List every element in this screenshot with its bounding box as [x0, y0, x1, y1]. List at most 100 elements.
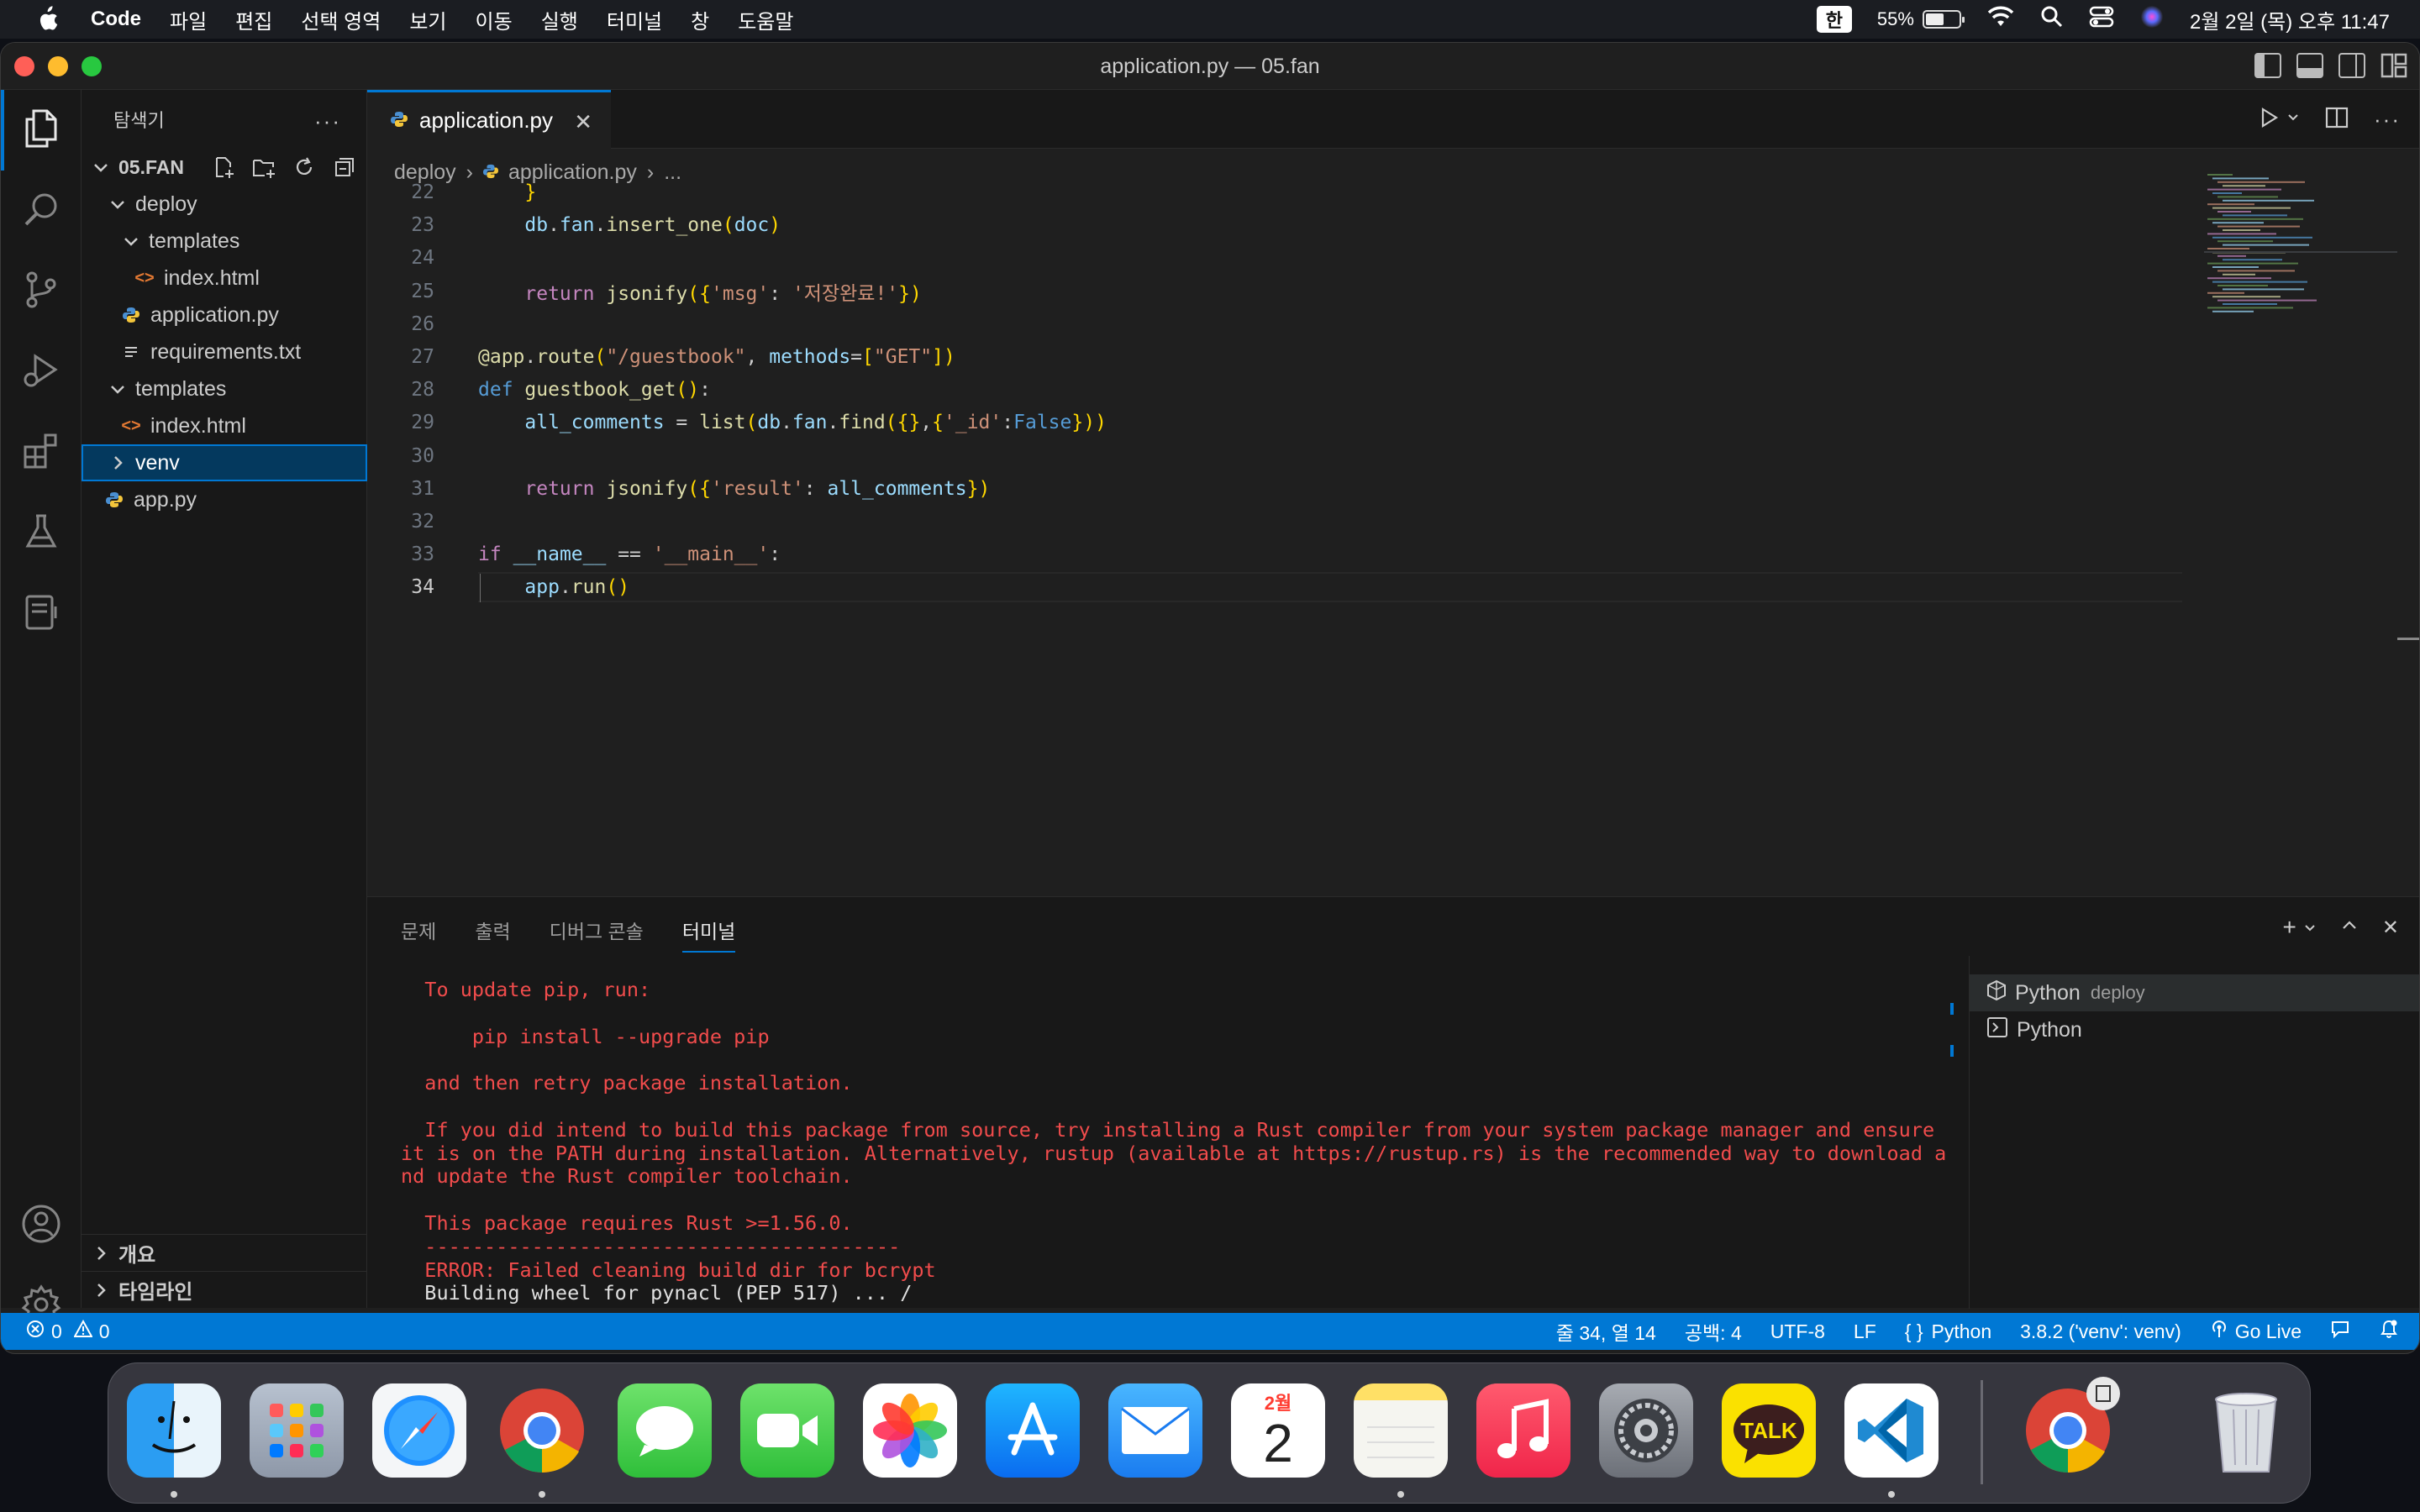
terminal-instance-python-deploy[interactable]: Python deploy — [1970, 974, 2419, 1011]
accounts-icon[interactable] — [19, 1202, 63, 1246]
battery-status[interactable]: 55% — [1877, 8, 1965, 30]
explorer-more-actions-icon[interactable]: ··· — [314, 108, 341, 134]
refresh-explorer-icon[interactable] — [292, 155, 317, 180]
explorer-icon[interactable] — [19, 107, 63, 150]
code-line[interactable]: 31 return jsonify({'result': all_comment… — [367, 474, 2182, 504]
tab-application-py[interactable]: application.py ✕ — [367, 90, 611, 149]
menu-window[interactable]: 창 — [691, 5, 709, 34]
editor-more-actions-icon[interactable]: ··· — [2374, 107, 2401, 133]
code-line[interactable]: 30 — [367, 441, 2182, 471]
run-and-debug-icon[interactable] — [19, 349, 63, 392]
code-line[interactable]: 34 app.run() — [367, 572, 2182, 602]
tab-output[interactable]: 출력 — [475, 916, 510, 953]
code-line[interactable]: 29 all_comments = list(db.fan.find({},{'… — [367, 407, 2182, 438]
menu-edit[interactable]: 편집 — [235, 5, 272, 34]
close-tab-icon[interactable]: ✕ — [574, 109, 592, 135]
run-options-chevron-icon[interactable] — [2286, 111, 2300, 129]
code-line[interactable]: 22 } — [367, 177, 2182, 207]
status-problems[interactable]: 0 0 — [26, 1319, 110, 1343]
close-panel-icon[interactable]: ✕ — [2382, 916, 2399, 940]
chrome-minimized-window[interactable] — [2021, 1377, 2120, 1478]
code-line[interactable]: 23 db.fan.insert_one(doc) — [367, 210, 2182, 240]
code-line[interactable]: 26 — [367, 309, 2182, 339]
app-store-app-icon[interactable] — [986, 1383, 1080, 1478]
menu-go[interactable]: 이동 — [476, 5, 513, 34]
collapse-folders-icon[interactable] — [332, 155, 357, 180]
code-line[interactable]: 25 return jsonify({'msg': '저장완료!'}) — [367, 276, 2182, 307]
notifications-bell-icon[interactable] — [2379, 1319, 2399, 1344]
siri-icon[interactable] — [2139, 4, 2165, 35]
customize-layout-icon[interactable] — [2381, 53, 2407, 78]
apple-menu-icon[interactable] — [30, 3, 64, 36]
tree-file-app-py[interactable]: app.py — [82, 481, 367, 518]
timeline-section[interactable]: 타임라인 — [82, 1271, 367, 1308]
language-mode[interactable]: { } Python — [1905, 1320, 1991, 1343]
source-control-icon[interactable] — [19, 268, 63, 312]
outline-section[interactable]: 개요 — [82, 1234, 367, 1271]
vscode-app-icon[interactable] — [1844, 1383, 1939, 1478]
code-line[interactable]: 24 — [367, 243, 2182, 273]
testing-icon[interactable] — [19, 510, 63, 554]
menu-view[interactable]: 보기 — [409, 5, 446, 34]
photos-app-icon[interactable] — [863, 1383, 957, 1478]
tree-file-requirements-txt[interactable]: requirements.txt — [82, 333, 367, 370]
code-line[interactable]: 28 def guestbook_get(): — [367, 375, 2182, 405]
new-file-icon[interactable] — [211, 155, 236, 180]
split-editor-icon[interactable] — [2325, 107, 2349, 133]
new-folder-icon[interactable] — [251, 155, 276, 180]
code-line[interactable]: 33 if __name__ == '__main__': — [367, 539, 2182, 570]
workspace-root[interactable]: 05.FAN — [82, 149, 367, 186]
extensions-icon[interactable] — [19, 429, 63, 473]
maximize-panel-icon[interactable] — [2340, 914, 2359, 941]
tree-file-index-html-root[interactable]: <> index.html — [82, 407, 367, 444]
run-python-file-icon[interactable] — [2258, 107, 2280, 133]
menu-app-name[interactable]: Code — [91, 8, 141, 31]
launchpad-app-icon[interactable] — [250, 1383, 344, 1478]
end-of-line[interactable]: LF — [1854, 1320, 1876, 1343]
mail-app-icon[interactable] — [1108, 1383, 1202, 1478]
toggle-panel-icon[interactable] — [2296, 53, 2323, 78]
indentation[interactable]: 공백: 4 — [1685, 1317, 1742, 1346]
python-interpreter[interactable]: 3.8.2 ('venv': venv) — [2020, 1320, 2181, 1343]
safari-app-icon[interactable] — [372, 1383, 466, 1478]
menu-run[interactable]: 실행 — [541, 5, 578, 34]
tab-terminal[interactable]: 터미널 — [681, 916, 736, 953]
chrome-app-icon[interactable] — [495, 1383, 589, 1478]
music-app-icon[interactable] — [1476, 1383, 1570, 1478]
notes-app-icon[interactable] — [1354, 1383, 1448, 1478]
tree-folder-venv[interactable]: venv — [82, 444, 367, 481]
menu-terminal[interactable]: 터미널 — [607, 5, 662, 34]
terminal-profiles-chevron-icon[interactable] — [2303, 914, 2317, 941]
messages-app-icon[interactable] — [618, 1383, 712, 1478]
terminal-instance-python[interactable]: Python — [1970, 1011, 2419, 1048]
trash-icon[interactable] — [2199, 1383, 2293, 1478]
spotlight-search-icon[interactable] — [2040, 5, 2064, 34]
tree-folder-templates[interactable]: templates — [82, 223, 367, 260]
minimap[interactable] — [2204, 171, 2397, 389]
tree-file-index-html[interactable]: <> index.html — [82, 260, 367, 297]
toggle-secondary-sidebar-icon[interactable] — [2338, 53, 2365, 78]
feedback-icon[interactable] — [2330, 1319, 2350, 1344]
new-terminal-plus-icon[interactable]: + — [2283, 914, 2296, 941]
toggle-primary-sidebar-icon[interactable] — [2254, 53, 2281, 78]
search-icon[interactable] — [19, 187, 63, 231]
tree-file-application-py[interactable]: application.py — [82, 297, 367, 333]
code-line[interactable]: 32 — [367, 507, 2182, 537]
control-center-icon[interactable] — [2089, 5, 2114, 34]
code-line[interactable]: 27 @app.route("/guestbook", methods=["GET… — [367, 342, 2182, 372]
calendar-app-icon[interactable]: 2월 2 — [1231, 1383, 1325, 1478]
finder-app-icon[interactable] — [127, 1383, 221, 1478]
file-encoding[interactable]: UTF-8 — [1770, 1320, 1825, 1343]
menu-file[interactable]: 파일 — [170, 5, 207, 34]
wifi-icon[interactable] — [1986, 6, 2015, 34]
system-settings-app-icon[interactable] — [1599, 1383, 1693, 1478]
tab-problems[interactable]: 문제 — [401, 916, 436, 953]
facetime-app-icon[interactable] — [740, 1383, 834, 1478]
menu-help[interactable]: 도움말 — [738, 5, 793, 34]
input-source-indicator[interactable]: 한 — [1816, 6, 1852, 33]
menu-selection[interactable]: 선택 영역 — [301, 5, 381, 34]
tab-debug-console[interactable]: 디버그 콘솔 — [550, 916, 644, 953]
menu-clock[interactable]: 2월 2일 (목) 오후 11:47 — [2190, 5, 2390, 34]
cursor-position[interactable]: 줄 34, 열 14 — [1556, 1317, 1656, 1346]
remote-explorer-icon[interactable] — [19, 591, 63, 634]
